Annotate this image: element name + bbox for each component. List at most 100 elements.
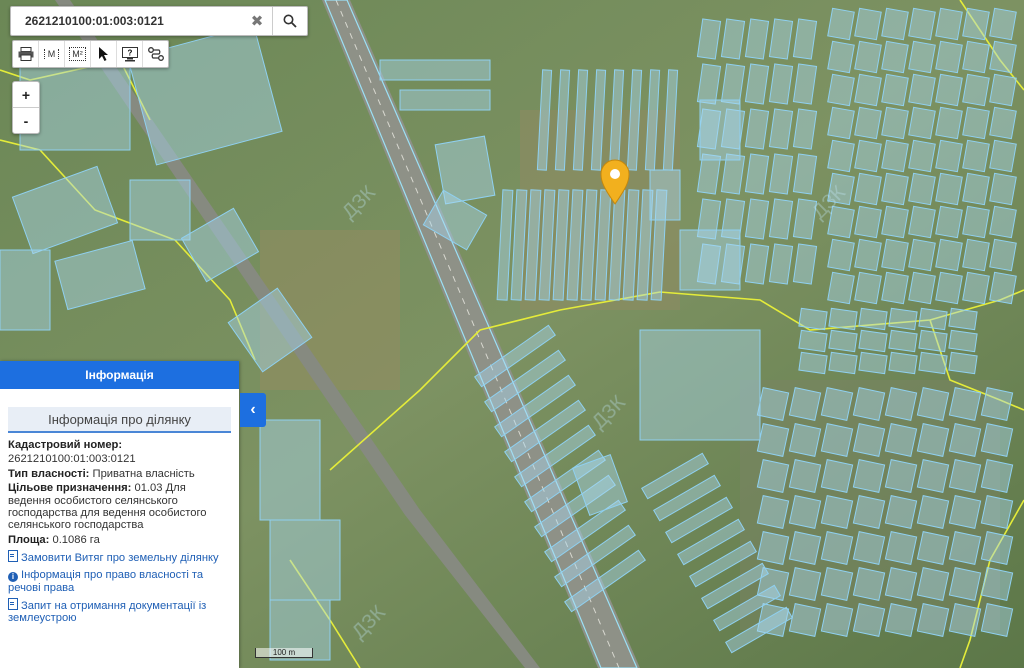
parcel[interactable] — [854, 73, 882, 107]
parcel[interactable] — [881, 172, 909, 206]
parcel[interactable] — [820, 567, 854, 601]
parcel[interactable] — [962, 205, 990, 239]
parcel[interactable] — [827, 73, 855, 107]
measure-distance-button[interactable]: M — [39, 41, 65, 67]
parcel[interactable] — [828, 307, 858, 331]
parcel[interactable] — [935, 7, 963, 41]
parcel[interactable] — [989, 106, 1017, 140]
parcel[interactable] — [989, 238, 1017, 272]
parcel[interactable] — [962, 238, 990, 272]
parcel[interactable] — [916, 387, 950, 421]
parcel[interactable] — [788, 459, 822, 493]
parcel[interactable] — [798, 351, 828, 375]
parcel[interactable] — [888, 307, 918, 331]
parcel[interactable] — [820, 387, 854, 421]
parcel[interactable] — [948, 567, 982, 601]
parcel[interactable] — [908, 106, 936, 140]
parcel[interactable] — [858, 351, 888, 375]
parcel[interactable] — [908, 172, 936, 206]
parcel[interactable] — [948, 495, 982, 529]
parcel[interactable] — [935, 40, 963, 74]
parcel[interactable] — [854, 40, 882, 74]
parcel[interactable] — [756, 459, 790, 493]
parcel[interactable] — [962, 172, 990, 206]
parcel[interactable] — [918, 329, 948, 353]
parcel[interactable] — [935, 106, 963, 140]
parcel[interactable] — [935, 73, 963, 107]
parcel[interactable] — [788, 531, 822, 565]
select-button[interactable] — [91, 41, 117, 67]
parcel[interactable] — [129, 179, 191, 241]
parcel[interactable] — [379, 59, 491, 81]
clear-search-button[interactable]: ✖ — [242, 7, 272, 35]
parcel[interactable] — [788, 567, 822, 601]
parcel[interactable] — [948, 329, 978, 353]
parcel[interactable] — [989, 40, 1017, 74]
parcel[interactable] — [827, 271, 855, 305]
parcel[interactable] — [852, 567, 886, 601]
parcel[interactable] — [918, 351, 948, 375]
parcel[interactable] — [788, 603, 822, 637]
parcel[interactable] — [962, 40, 990, 74]
parcel[interactable] — [916, 495, 950, 529]
parcel[interactable] — [962, 73, 990, 107]
parcel[interactable] — [858, 307, 888, 331]
parcel[interactable] — [854, 139, 882, 173]
parcel[interactable] — [916, 459, 950, 493]
parcel[interactable] — [788, 495, 822, 529]
parcel[interactable] — [756, 531, 790, 565]
parcel[interactable] — [980, 531, 1014, 565]
parcel[interactable] — [980, 387, 1014, 421]
parcel[interactable] — [989, 7, 1017, 41]
parcel[interactable] — [852, 423, 886, 457]
parcel[interactable] — [908, 7, 936, 41]
parcel[interactable] — [820, 459, 854, 493]
parcel[interactable] — [888, 351, 918, 375]
parcel[interactable] — [756, 423, 790, 457]
parcel[interactable] — [989, 205, 1017, 239]
parcel[interactable] — [756, 495, 790, 529]
parcel[interactable] — [908, 238, 936, 272]
parcel[interactable] — [884, 495, 918, 529]
parcel[interactable] — [948, 387, 982, 421]
parcel[interactable] — [852, 387, 886, 421]
parcel[interactable] — [881, 271, 909, 305]
parcel[interactable] — [881, 7, 909, 41]
parcel[interactable] — [649, 169, 681, 221]
parcel[interactable] — [962, 271, 990, 305]
parcel[interactable] — [948, 531, 982, 565]
parcel[interactable] — [908, 139, 936, 173]
documentation-request-link[interactable]: Запит на отримання документації із земле… — [8, 598, 231, 625]
parcel[interactable] — [989, 271, 1017, 305]
parcel[interactable] — [852, 531, 886, 565]
parcel[interactable] — [788, 387, 822, 421]
parcel[interactable] — [916, 531, 950, 565]
parcel[interactable] — [884, 531, 918, 565]
parcel[interactable] — [935, 172, 963, 206]
parcel[interactable] — [399, 89, 491, 111]
search-input[interactable] — [11, 8, 242, 34]
parcel[interactable] — [989, 172, 1017, 206]
parcel[interactable] — [881, 40, 909, 74]
parcel[interactable] — [980, 495, 1014, 529]
parcel[interactable] — [827, 40, 855, 74]
parcel[interactable] — [828, 329, 858, 353]
parcel[interactable] — [916, 603, 950, 637]
parcel[interactable] — [881, 139, 909, 173]
parcel[interactable] — [827, 106, 855, 140]
parcel[interactable] — [948, 459, 982, 493]
parcel[interactable] — [820, 495, 854, 529]
parcel[interactable] — [908, 205, 936, 239]
parcel[interactable] — [884, 459, 918, 493]
parcel[interactable] — [888, 329, 918, 353]
parcel[interactable] — [852, 603, 886, 637]
zoom-out-button[interactable]: - — [13, 108, 39, 133]
parcel[interactable] — [827, 139, 855, 173]
parcel[interactable] — [827, 7, 855, 41]
parcel[interactable] — [884, 567, 918, 601]
collapse-panel-button[interactable]: ‹ — [240, 393, 266, 427]
parcel[interactable] — [948, 423, 982, 457]
parcel[interactable] — [858, 329, 888, 353]
layers-switch-button[interactable] — [143, 41, 168, 67]
parcel[interactable] — [881, 73, 909, 107]
